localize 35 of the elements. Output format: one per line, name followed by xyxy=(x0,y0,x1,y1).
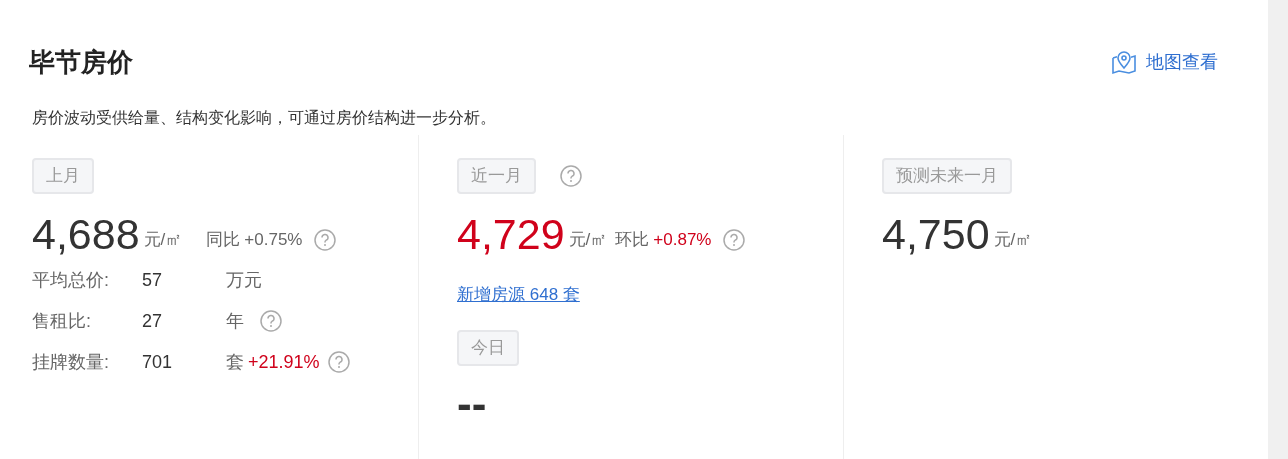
change-value: +0.75% xyxy=(244,229,303,252)
price-unit: 元/㎡ xyxy=(143,229,183,252)
stat-value: 57 xyxy=(142,268,164,292)
period-tag: 上月 xyxy=(32,158,94,194)
help-icon[interactable] xyxy=(327,351,350,373)
price-value: 4,729 xyxy=(457,209,565,260)
help-icon[interactable] xyxy=(723,229,746,251)
stat-change: +21.91% xyxy=(248,350,320,374)
price-value: -- xyxy=(457,383,488,424)
period-tag: 近一月 xyxy=(457,158,536,194)
change-value: +0.87% xyxy=(653,229,712,252)
change-label: 环比 xyxy=(615,229,650,252)
map-view-link[interactable]: 地图查看 xyxy=(1110,48,1218,76)
stat-unit: 套 xyxy=(226,350,244,374)
help-icon[interactable] xyxy=(560,165,582,187)
stat-label: 平均总价: xyxy=(32,268,110,292)
change-label: 同比 xyxy=(206,229,241,252)
new-listings-link[interactable]: 新增房源 648 套 xyxy=(457,282,580,308)
price-unit: 元/㎡ xyxy=(568,229,608,252)
period-tag: 预测未来一月 xyxy=(882,158,1012,194)
stat-value: 27 xyxy=(142,309,164,333)
map-pin-icon[interactable] xyxy=(1110,49,1138,75)
description-text: 房价波动受供给量、结构变化影响，可通过房价结构进一步分析。 xyxy=(31,108,497,128)
price-unit: 元/㎡ xyxy=(993,229,1033,252)
page-title: 毕节房价 xyxy=(29,46,133,79)
help-icon[interactable] xyxy=(314,229,337,251)
price-value: 4,688 xyxy=(32,209,140,260)
price-value: 4,750 xyxy=(882,209,990,260)
stat-value: 701 xyxy=(142,350,174,374)
stat-unit: 万元 xyxy=(226,268,262,292)
stat-label: 售租比: xyxy=(32,309,92,333)
stat-unit: 年 xyxy=(226,309,244,333)
help-icon[interactable] xyxy=(260,310,282,332)
period-tag: 今日 xyxy=(457,329,519,366)
stat-label: 挂牌数量: xyxy=(32,350,110,374)
